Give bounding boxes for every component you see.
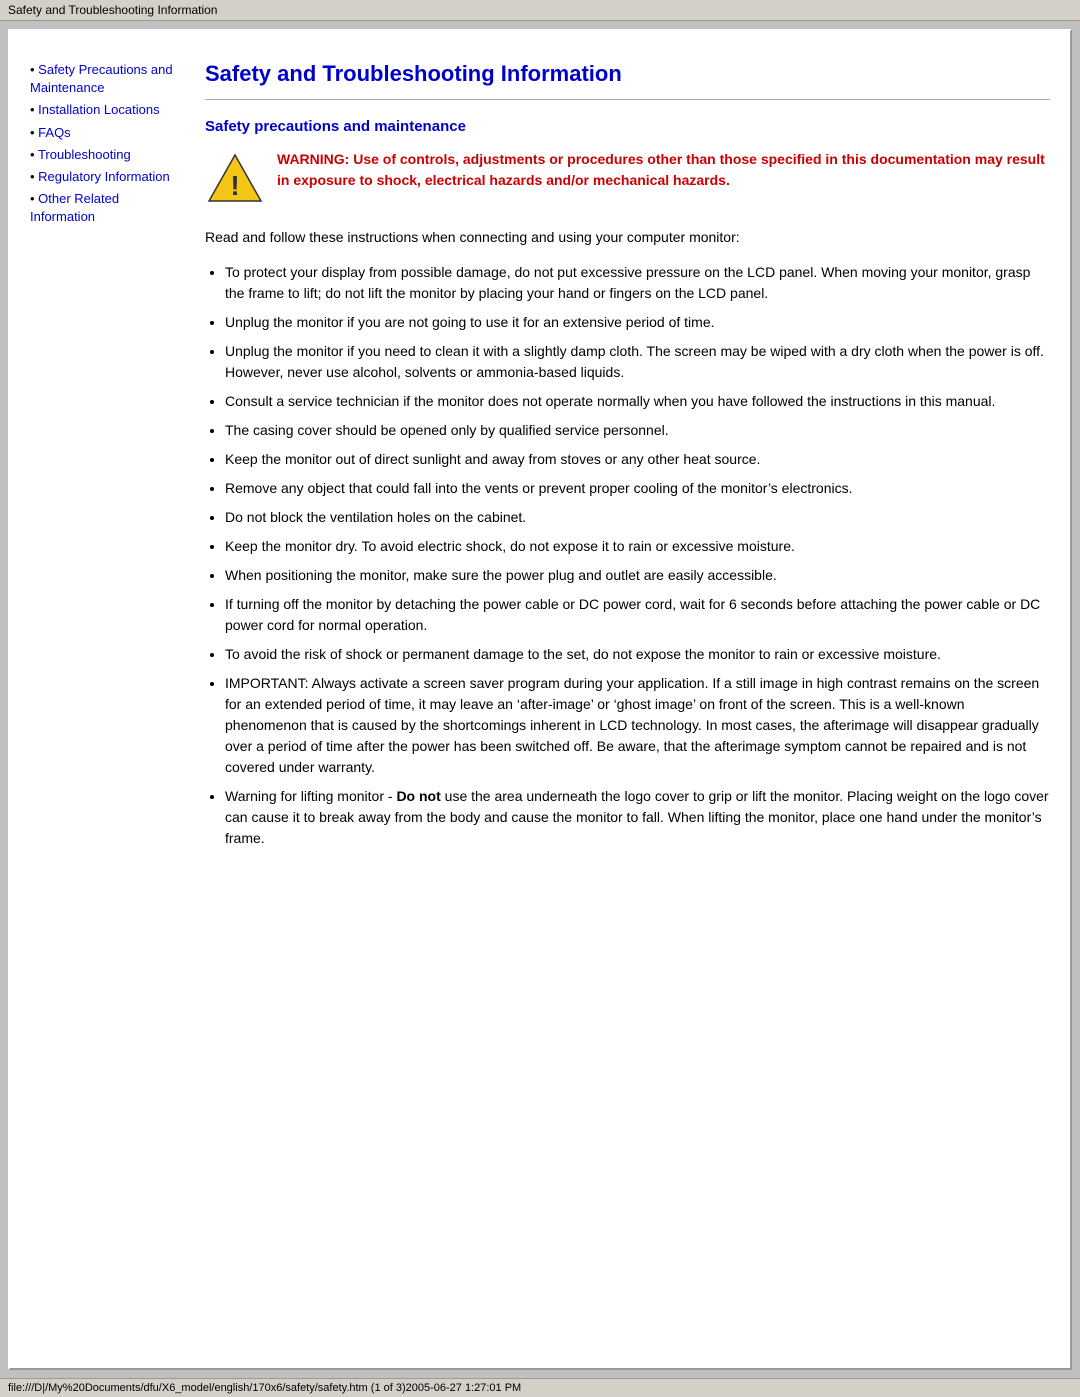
sidebar-item-safety-precautions[interactable]: • Safety Precautions and Maintenance (30, 61, 180, 97)
content-area: • Safety Precautions and Maintenance • I… (10, 31, 1070, 1368)
list-item: Unplug the monitor if you are not going … (225, 312, 1050, 333)
browser-window: • Safety Precautions and Maintenance • I… (8, 29, 1072, 1370)
sidebar: • Safety Precautions and Maintenance • I… (30, 61, 190, 1348)
warning-icon: ! (205, 149, 265, 209)
list-item: Do not block the ventilation holes on th… (225, 507, 1050, 528)
list-item: To protect your display from possible da… (225, 262, 1050, 304)
list-item: IMPORTANT: Always activate a screen save… (225, 673, 1050, 778)
list-item: Consult a service technician if the moni… (225, 391, 1050, 412)
svg-text:!: ! (230, 170, 239, 201)
list-item: Unplug the monitor if you need to clean … (225, 341, 1050, 383)
list-item: If turning off the monitor by detaching … (225, 594, 1050, 636)
status-bar: file:///D|/My%20Documents/dfu/X6_model/e… (0, 1378, 1080, 1397)
warning-triangle-icon: ! (207, 151, 263, 207)
title-bar: Safety and Troubleshooting Information (0, 0, 1080, 21)
bold-inline-do-not: Do not (396, 788, 440, 804)
page-title: Safety and Troubleshooting Information (205, 61, 1050, 87)
list-item: Keep the monitor dry. To avoid electric … (225, 536, 1050, 557)
section-title: Safety precautions and maintenance (205, 118, 1050, 135)
list-item: The casing cover should be opened only b… (225, 420, 1050, 441)
divider (205, 99, 1050, 100)
main-content: Safety and Troubleshooting Information S… (190, 61, 1050, 1348)
sidebar-item-regulatory-information[interactable]: • Regulatory Information (30, 168, 180, 186)
list-item: To avoid the risk of shock or permanent … (225, 644, 1050, 665)
sidebar-item-installation-locations[interactable]: • Installation Locations (30, 101, 180, 119)
intro-text: Read and follow these instructions when … (205, 227, 1050, 248)
sidebar-item-other-related-information[interactable]: • Other Related Information (30, 190, 180, 226)
sidebar-item-troubleshooting[interactable]: • Troubleshooting (30, 146, 180, 164)
sidebar-item-faqs[interactable]: • FAQs (30, 124, 180, 142)
list-item: When positioning the monitor, make sure … (225, 565, 1050, 586)
warning-text: WARNING: Use of controls, adjustments or… (277, 149, 1050, 191)
bullet-list: To protect your display from possible da… (225, 262, 1050, 849)
list-item: Keep the monitor out of direct sunlight … (225, 449, 1050, 470)
status-bar-text: file:///D|/My%20Documents/dfu/X6_model/e… (8, 1382, 521, 1394)
title-bar-text: Safety and Troubleshooting Information (8, 3, 217, 17)
list-item: Warning for lifting monitor - Do not use… (225, 786, 1050, 849)
list-item: Remove any object that could fall into t… (225, 478, 1050, 499)
warning-box: ! WARNING: Use of controls, adjustments … (205, 149, 1050, 209)
